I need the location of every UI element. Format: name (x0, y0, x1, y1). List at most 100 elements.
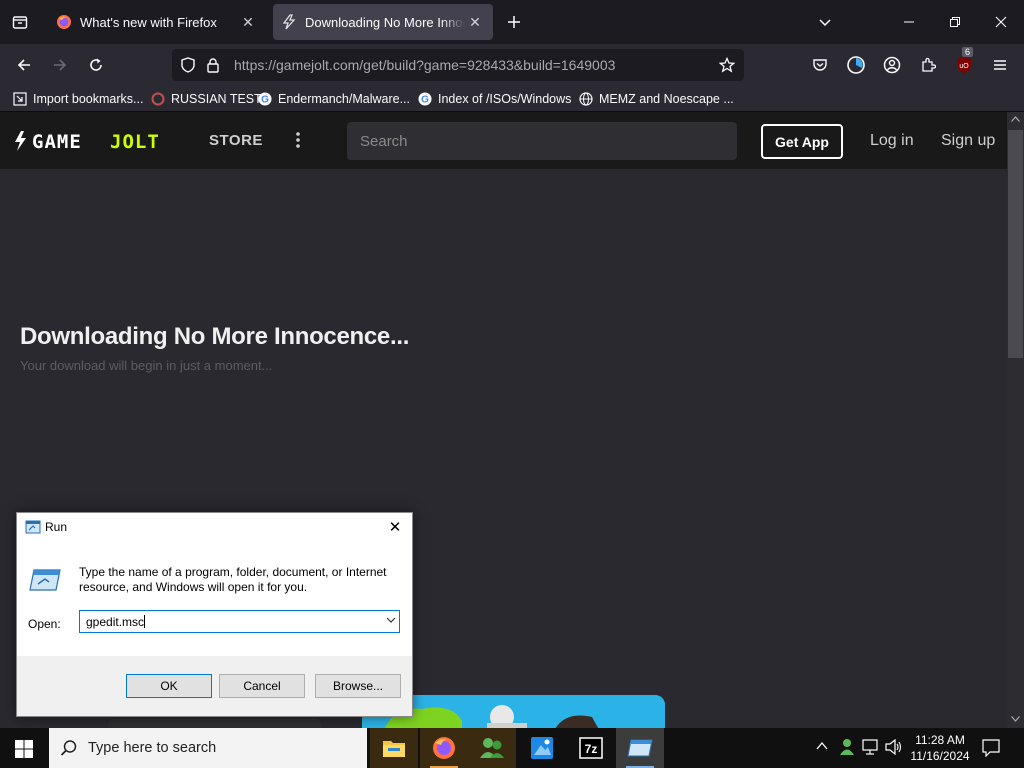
file-explorer-icon[interactable] (370, 728, 418, 768)
game-banner-dark (108, 719, 322, 728)
bookmark-import[interactable]: Import bookmarks... (12, 90, 143, 108)
forward-icon[interactable] (46, 51, 74, 79)
svg-text:G: G (421, 95, 429, 106)
people-app-icon[interactable] (468, 728, 516, 768)
search-icon (60, 739, 78, 757)
gamejolt-favicon (281, 14, 297, 30)
clock-time: 11:28 AM (915, 733, 965, 747)
svg-text:JOLT: JOLT (110, 131, 160, 152)
chevron-down-icon[interactable] (386, 616, 396, 624)
run-title-icon (25, 520, 41, 534)
account-icon[interactable] (878, 51, 906, 79)
taskbar-clock[interactable]: 11:28 AM 11/16/2024 (906, 732, 974, 764)
bookmarks-toolbar: Import bookmarks... RUSSIAN TEST G Ender… (0, 86, 1024, 112)
svg-text:GAME: GAME (32, 131, 82, 152)
svg-text:7z: 7z (585, 742, 598, 756)
extensions-icon[interactable] (914, 51, 942, 79)
chevron-up-icon[interactable] (816, 741, 828, 751)
download-subtitle: Your download will begin in just a momen… (20, 358, 273, 373)
bookmark-label: Import bookmarks... (33, 92, 144, 106)
ok-button[interactable]: OK (126, 674, 212, 698)
tab-strip: What's new with Firefox ✕ Downloading No… (0, 0, 1024, 44)
lock-icon[interactable] (206, 57, 220, 73)
menu-icon[interactable] (986, 51, 1014, 79)
notifications-icon[interactable] (982, 739, 1000, 757)
network-icon[interactable] (862, 739, 880, 755)
import-icon (12, 91, 28, 107)
new-tab-icon[interactable] (500, 8, 528, 36)
paint-icon[interactable] (518, 728, 566, 768)
site-search-input[interactable]: Search (347, 122, 737, 160)
download-title: Downloading No More Innocence... (20, 323, 410, 350)
scroll-up-icon[interactable] (1011, 116, 1020, 122)
people-tray-icon[interactable] (838, 738, 856, 756)
bookmark-isos[interactable]: G Index of /ISOs/Windows (417, 90, 571, 108)
signup-link[interactable]: Sign up (941, 132, 995, 150)
more-options-icon[interactable] (296, 132, 300, 148)
bookmark-star-icon[interactable] (719, 57, 735, 73)
bookmark-memz[interactable]: MEMZ and Noescape ... (578, 90, 734, 108)
back-icon[interactable] (10, 51, 38, 79)
minimize-icon[interactable] (895, 8, 923, 36)
run-body: Type the name of a program, folder, docu… (17, 542, 412, 656)
ublock-origin-icon[interactable]: uO 6 (950, 47, 978, 79)
tab-label: Downloading No More Innocen (305, 14, 465, 30)
bookmark-label: MEMZ and Noescape ... (599, 92, 734, 106)
clock-date: 11/16/2024 (910, 749, 970, 763)
run-description: Type the name of a program, folder, docu… (79, 565, 387, 594)
list-all-tabs-icon[interactable] (811, 8, 839, 36)
windows-start-icon[interactable] (15, 740, 33, 758)
restore-icon[interactable] (941, 8, 969, 36)
site-favicon (150, 91, 166, 107)
close-tab-icon[interactable]: ✕ (238, 12, 258, 32)
extension-badge: 6 (962, 47, 974, 57)
run-dialog: Run ✕ Type the name of a program, folder… (16, 512, 413, 717)
cancel-button[interactable]: Cancel (219, 674, 305, 698)
bookmark-label: Index of /ISOs/Windows (438, 92, 572, 106)
firefox-view-icon[interactable] (6, 8, 34, 36)
text-caret (144, 615, 146, 628)
get-app-button[interactable]: Get App (761, 124, 843, 159)
tab-whats-new[interactable]: What's new with Firefox ✕ (48, 4, 266, 40)
url-text: https://gamejolt.com/get/build?game=9284… (234, 57, 616, 73)
bookmark-russian-test[interactable]: RUSSIAN TEST (150, 90, 262, 108)
page-scrollbar[interactable] (1007, 112, 1024, 728)
tracking-protection-icon[interactable] (180, 57, 196, 73)
google-icon: G (257, 91, 273, 107)
gamejolt-logo[interactable]: GAME JOLT (14, 130, 180, 152)
scroll-down-icon[interactable] (1011, 716, 1020, 722)
7zip-icon[interactable]: 7z (567, 728, 615, 768)
open-label: Open: (28, 617, 61, 631)
taskbar-search-box[interactable]: Type here to search (49, 728, 367, 768)
login-link[interactable]: Log in (870, 132, 914, 150)
run-program-icon (29, 567, 61, 593)
reload-icon[interactable] (82, 51, 110, 79)
taskbar-search-placeholder: Type here to search (88, 740, 217, 756)
run-titlebar[interactable]: Run ✕ (17, 513, 412, 542)
run-app-icon[interactable] (616, 728, 664, 768)
svg-text:G: G (261, 95, 269, 106)
close-icon[interactable]: ✕ (384, 516, 406, 538)
firefox-icon[interactable] (420, 728, 468, 768)
firefox-icon (56, 14, 72, 30)
run-title: Run (45, 520, 68, 534)
scroll-thumb[interactable] (1008, 130, 1023, 358)
gamejolt-header: GAME JOLT STORE Search Get App Log in Si… (0, 112, 1007, 169)
close-window-icon[interactable] (987, 8, 1015, 36)
globe-icon (578, 91, 594, 107)
store-link[interactable]: STORE (209, 132, 263, 149)
open-input[interactable]: gpedit.msc (79, 610, 400, 633)
tab-downloading[interactable]: Downloading No More Innocen ✕ (273, 4, 493, 40)
navigation-toolbar: https://gamejolt.com/get/build?game=9284… (0, 44, 1024, 86)
bookmark-label: RUSSIAN TEST (171, 92, 262, 106)
close-tab-icon[interactable]: ✕ (465, 12, 485, 32)
pocket-icon[interactable] (806, 51, 834, 79)
bookmark-endermanch[interactable]: G Endermanch/Malware... (257, 90, 410, 108)
url-bar[interactable]: https://gamejolt.com/get/build?game=9284… (172, 49, 744, 81)
tab-label: What's new with Firefox (80, 14, 217, 30)
extension-timer-icon[interactable] (842, 51, 870, 79)
open-input-value: gpedit.msc (86, 615, 145, 629)
volume-icon[interactable] (885, 739, 903, 755)
browse-button[interactable]: Browse... (315, 674, 401, 698)
svg-text:uO: uO (959, 63, 969, 70)
